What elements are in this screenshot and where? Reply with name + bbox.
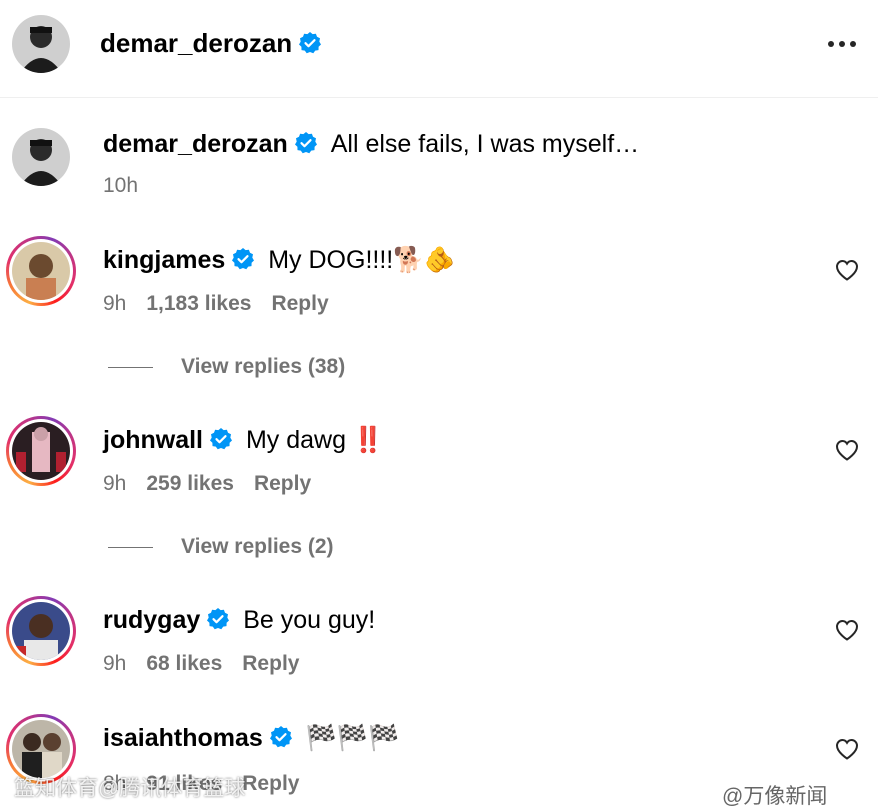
comment-avatar[interactable] — [6, 236, 76, 306]
reply-button[interactable]: Reply — [242, 772, 299, 795]
post-header: demar_derozan — [0, 0, 878, 98]
caption-username[interactable]: demar_derozan — [103, 130, 288, 158]
comment-text: My dawg ‼️ — [245, 426, 385, 454]
heart-icon[interactable] — [835, 439, 859, 461]
caption-avatar[interactable] — [12, 128, 70, 186]
comment-text: My DOG!!!!🐕🫵 — [268, 246, 456, 274]
view-replies-button[interactable]: View replies (2) — [108, 534, 334, 560]
comment-time: 9h — [103, 652, 127, 675]
watermark-right: @万像新闻 — [722, 785, 828, 808]
reply-button[interactable]: Reply — [254, 472, 311, 495]
heart-icon[interactable] — [835, 259, 859, 281]
caption-meta: 10h — [103, 173, 138, 199]
comment-line: johnwall My dawg ‼️ — [103, 424, 384, 456]
verified-badge-icon — [294, 131, 317, 154]
comment-username[interactable]: isaiahthomas — [103, 724, 263, 752]
comment-likes[interactable]: 1,183 likes — [146, 292, 251, 315]
author-username[interactable]: demar_derozan — [100, 27, 322, 59]
comment-avatar[interactable] — [6, 596, 76, 666]
author-avatar[interactable] — [12, 15, 70, 73]
comment-username[interactable]: rudygay — [103, 606, 200, 634]
view-replies-label[interactable]: View replies (38) — [181, 355, 345, 378]
comment-text: Be you guy! — [243, 606, 376, 634]
heart-icon[interactable] — [835, 738, 859, 760]
reply-button[interactable]: Reply — [271, 292, 328, 315]
reply-button[interactable]: Reply — [242, 652, 299, 675]
verified-badge-icon — [210, 427, 232, 450]
comment-meta: 9h 259 likes Reply — [103, 471, 311, 497]
view-replies-button[interactable]: View replies (38) — [108, 354, 345, 380]
more-options-icon[interactable] — [828, 36, 864, 52]
comment-username[interactable]: kingjames — [103, 246, 225, 274]
divider — [108, 366, 153, 368]
comment-time: 9h — [103, 472, 127, 495]
heart-icon[interactable] — [835, 619, 859, 641]
comment-username[interactable]: johnwall — [103, 426, 203, 454]
author-username-text[interactable]: demar_derozan — [100, 28, 292, 58]
verified-badge-icon — [232, 247, 255, 270]
caption-time: 10h — [103, 174, 139, 197]
caption-text: All else fails, I was myself… — [330, 130, 640, 158]
comment-text: 🏁🏁🏁 — [305, 724, 400, 752]
divider — [108, 546, 153, 548]
caption-line: demar_derozan All else fails, I was myse… — [103, 128, 639, 160]
comment-avatar[interactable] — [6, 416, 76, 486]
comment-line: isaiahthomas 🏁🏁🏁 — [103, 722, 399, 754]
comment-likes[interactable]: 259 likes — [146, 472, 234, 495]
view-replies-label[interactable]: View replies (2) — [181, 535, 334, 558]
watermark-left: 篮知体育@腾讯体育篮球 — [14, 777, 246, 800]
comment-meta: 9h 68 likes Reply — [103, 651, 299, 677]
comment-meta: 9h 1,183 likes Reply — [103, 291, 329, 317]
verified-badge-icon — [207, 607, 230, 630]
comment-likes[interactable]: 68 likes — [146, 652, 222, 675]
verified-badge-icon — [269, 725, 292, 748]
comment-line: rudygay Be you guy! — [103, 604, 375, 636]
comment-time: 9h — [103, 292, 127, 315]
comment-line: kingjames My DOG!!!!🐕🫵 — [103, 244, 456, 276]
verified-badge-icon — [299, 31, 322, 53]
